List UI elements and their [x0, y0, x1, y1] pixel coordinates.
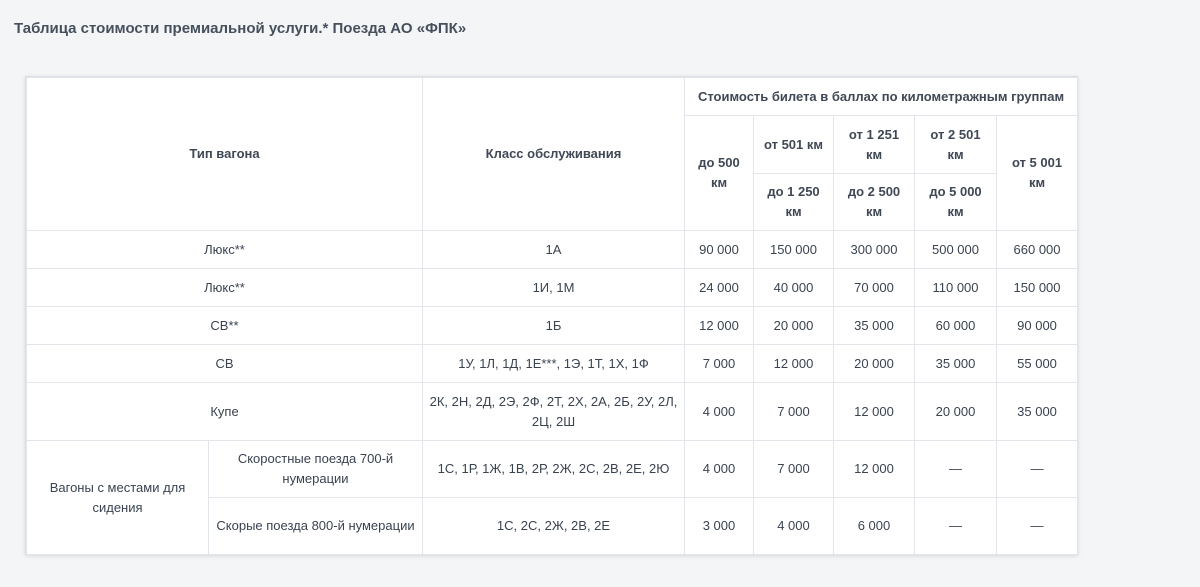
price-cell: 300 000: [833, 230, 915, 269]
price-cell: 12 000: [833, 382, 915, 441]
price-cell: 90 000: [995, 306, 1079, 345]
price-cell: 3 000: [684, 497, 754, 555]
header-cost-group: Стоимость билета в баллах по километражн…: [683, 77, 1079, 116]
premium-cost-table-container: Тип вагона Класс обслуживания Стоимость …: [25, 76, 1079, 555]
wagon-type-cell: СВ**: [26, 306, 423, 345]
price-cell: 4 000: [684, 440, 754, 498]
price-cell: —: [995, 440, 1079, 498]
train-subtype-cell: Скоростные поезда 700-й нумерации: [208, 440, 423, 498]
price-cell: 35 000: [995, 382, 1079, 441]
price-cell: 55 000: [995, 344, 1079, 383]
header-group-2-from: от 501 км: [753, 115, 834, 174]
table-row: СВ** 1Б 12 000 20 000 35 000 60 000 90 0…: [26, 306, 1079, 345]
price-cell: 60 000: [914, 306, 997, 345]
wagon-type-cell: Люкс**: [26, 268, 423, 307]
price-cell: 4 000: [684, 382, 754, 441]
service-class-cell: 1С, 2С, 2Ж, 2В, 2Е: [422, 497, 685, 555]
price-cell: 660 000: [995, 230, 1079, 269]
price-cell: 150 000: [753, 230, 834, 269]
service-class-cell: 2К, 2Н, 2Д, 2Э, 2Ф, 2Т, 2Х, 2А, 2Б, 2У, …: [422, 382, 685, 441]
table-row: Вагоны с местами для сидения Скоростные …: [26, 440, 1079, 555]
price-cell: 35 000: [833, 306, 915, 345]
price-cell: 7 000: [684, 344, 754, 383]
premium-cost-table: Тип вагона Класс обслуживания Стоимость …: [26, 77, 1079, 555]
price-cell: —: [914, 497, 997, 555]
price-cell: 7 000: [753, 440, 834, 498]
table-row: СВ 1У, 1Л, 1Д, 1Е***, 1Э, 1Т, 1Х, 1Ф 7 0…: [26, 344, 1079, 383]
header-group-3-to: до 2 500 км: [833, 173, 915, 231]
price-cell: 40 000: [753, 268, 834, 307]
price-cell: 12 000: [753, 344, 834, 383]
price-cell: —: [995, 497, 1079, 555]
price-cell: 20 000: [753, 306, 834, 345]
price-cell: 70 000: [833, 268, 915, 307]
wagon-type-cell: СВ: [26, 344, 423, 383]
price-cell: 110 000: [914, 268, 997, 307]
price-cell: 12 000: [684, 306, 754, 345]
price-cell: 20 000: [914, 382, 997, 441]
header-group-5: от 5 001 км: [995, 115, 1079, 231]
price-cell: 24 000: [684, 268, 754, 307]
service-class-cell: 1И, 1М: [422, 268, 685, 307]
page-title: Таблица стоимости премиальной услуги.* П…: [14, 20, 467, 37]
table-row: Купе 2К, 2Н, 2Д, 2Э, 2Ф, 2Т, 2Х, 2А, 2Б,…: [26, 382, 1079, 441]
price-cell: 500 000: [914, 230, 997, 269]
header-group-2-to: до 1 250 км: [753, 173, 834, 231]
header-group-1: до 500 км: [684, 115, 754, 231]
service-class-cell: 1А: [422, 230, 685, 269]
price-cell: 150 000: [995, 268, 1079, 307]
wagon-type-cell: Купе: [26, 382, 423, 441]
table-row: Люкс** 1А 90 000 150 000 300 000 500 000…: [26, 230, 1079, 269]
price-cell: 4 000: [753, 497, 834, 555]
service-class-cell: 1У, 1Л, 1Д, 1Е***, 1Э, 1Т, 1Х, 1Ф: [422, 344, 685, 383]
service-class-cell: 1С, 1Р, 1Ж, 1В, 2Р, 2Ж, 2С, 2В, 2Е, 2Ю: [422, 440, 685, 498]
price-cell: —: [914, 440, 997, 498]
price-cell: 6 000: [833, 497, 915, 555]
wagon-type-cell: Люкс**: [26, 230, 423, 269]
table-row: Люкс** 1И, 1М 24 000 40 000 70 000 110 0…: [26, 268, 1079, 307]
header-group-3-from: от 1 251 км: [833, 115, 915, 174]
price-cell: 35 000: [914, 344, 997, 383]
price-cell: 90 000: [684, 230, 754, 269]
price-cell: 12 000: [833, 440, 915, 498]
service-class-cell: 1Б: [422, 306, 685, 345]
header-service-class: Класс обслуживания: [422, 77, 685, 231]
seat-group-type-cell: Вагоны с местами для сидения: [26, 440, 209, 555]
header-group-4-from: от 2 501 км: [914, 115, 997, 174]
header-group-4-to: до 5 000 км: [914, 173, 997, 231]
train-subtype-cell: Скорые поезда 800-й нумерации: [208, 497, 423, 555]
price-cell: 7 000: [753, 382, 834, 441]
header-wagon-type: Тип вагона: [26, 77, 423, 231]
price-cell: 20 000: [833, 344, 915, 383]
